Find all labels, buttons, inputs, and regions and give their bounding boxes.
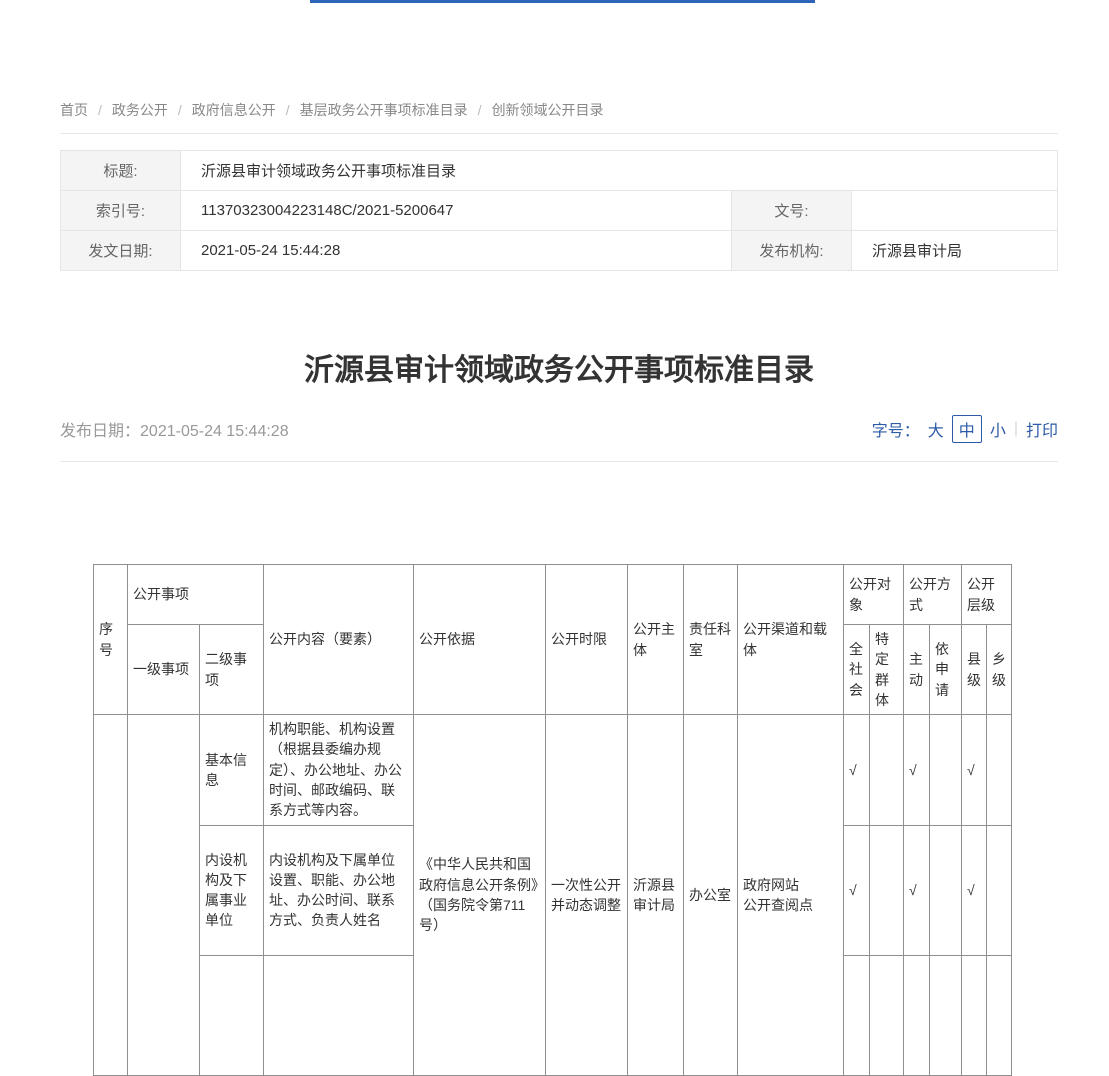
cell-erji: 基本信息: [200, 715, 264, 825]
agency-value: 沂源县审计局: [852, 231, 1058, 271]
cell-check-xiangji: [987, 955, 1012, 1075]
page-title: 沂源县审计领域政务公开事项标准目录: [60, 345, 1058, 389]
cell-check-zhudong: √: [904, 825, 930, 955]
breadcrumb-home[interactable]: 首页: [60, 102, 88, 118]
font-size-label: 字号：: [872, 417, 920, 441]
col-header-quanshehui: 全社会: [844, 625, 870, 715]
cell-check-xiangji: [987, 715, 1012, 825]
agency-label: 发布机构:: [732, 231, 852, 271]
cell-neirong: 内设机构及下属单位设置、职能、办公地址、办公时间、联系方式、负责人姓名: [264, 825, 414, 955]
print-button[interactable]: 打印: [1026, 417, 1058, 441]
col-header-keshi: 责任科室: [684, 565, 738, 715]
title-value: 沂源县审计领域政务公开事项标准目录: [181, 151, 1058, 191]
header-row-1: 序号 公开事项 公开内容（要素） 公开依据 公开时限 公开主体 责任科室 公开渠…: [94, 565, 1012, 625]
cell-check-quanshehui: √: [844, 715, 870, 825]
col-header-xuhao: 序号: [94, 565, 128, 715]
cell-keshi: 办公室: [684, 715, 738, 1075]
cell-xuhao: [94, 715, 128, 1075]
cell-check-yishenqing: [930, 715, 962, 825]
docnum-label: 文号:: [732, 191, 852, 231]
col-header-cengji: 公开层级: [962, 565, 1012, 625]
cell-check-teding: [870, 825, 904, 955]
publish-date-value: 2021-05-24 15:44:28: [140, 423, 289, 440]
col-header-gongkai-shixiang: 公开事项: [128, 565, 264, 625]
cell-check-teding: [870, 955, 904, 1075]
font-size-medium-button[interactable]: 中: [952, 415, 982, 443]
cell-check-zhudong: [904, 955, 930, 1075]
publish-date: 发布日期：2021-05-24 15:44:28: [60, 417, 289, 441]
document-info-table: 标题: 沂源县审计领域政务公开事项标准目录 索引号: 1137032300422…: [60, 150, 1058, 271]
font-size-large-button[interactable]: 大: [928, 417, 944, 441]
breadcrumb-zhengwugongkai[interactable]: 政务公开: [112, 102, 168, 118]
cell-neirong: [264, 955, 414, 1075]
cell-check-xianji: √: [962, 825, 987, 955]
cell-check-yishenqing: [930, 825, 962, 955]
font-size-small-button[interactable]: 小: [990, 417, 1006, 441]
col-header-neirong: 公开内容（要素）: [264, 565, 414, 715]
cell-check-xianji: [962, 955, 987, 1075]
col-header-teding: 特定群体: [870, 625, 904, 715]
cell-neirong: 机构职能、机构设置（根据县委编办规定）、办公地址、办公时间、邮政编码、联系方式等…: [264, 715, 414, 825]
cell-check-xianji: √: [962, 715, 987, 825]
breadcrumb-xinxigongkai[interactable]: 政府信息公开: [192, 102, 276, 118]
cell-erji: 内设机构及下属事业单位: [200, 825, 264, 955]
col-header-yiji: 一级事项: [128, 625, 200, 715]
cell-shixian: 一次性公开并动态调整: [546, 715, 628, 1075]
breadcrumb-separator: /: [98, 102, 102, 118]
info-row-title: 标题: 沂源县审计领域政务公开事项标准目录: [61, 151, 1058, 191]
font-size-tools: 字号： 大 中 小 | 打印: [872, 415, 1058, 443]
publish-date-label: 发布日期：: [60, 423, 140, 440]
date-value: 2021-05-24 15:44:28: [181, 231, 732, 271]
breadcrumb-separator: /: [286, 102, 290, 118]
cell-check-teding: [870, 715, 904, 825]
col-header-shixian: 公开时限: [546, 565, 628, 715]
cell-check-zhudong: √: [904, 715, 930, 825]
divider: |: [1014, 420, 1018, 438]
cell-erji: [200, 955, 264, 1075]
cell-yiju: 《中华人民共和国政府信息公开条例》（国务院令第711号）: [414, 715, 546, 1075]
col-header-erji: 二级事项: [200, 625, 264, 715]
col-header-zhudong: 主动: [904, 625, 930, 715]
col-header-xiangji: 乡级: [987, 625, 1012, 715]
info-row-date: 发文日期: 2021-05-24 15:44:28 发布机构: 沂源县审计局: [61, 231, 1058, 271]
cell-check-quanshehui: √: [844, 825, 870, 955]
cell-check-xiangji: [987, 825, 1012, 955]
cell-check-quanshehui: [844, 955, 870, 1075]
index-value: 11370323004223148C/2021-5200647: [181, 191, 732, 231]
col-header-qudao: 公开渠道和载体: [738, 565, 844, 715]
breadcrumb-current: 创新领域公开目录: [492, 102, 604, 118]
catalog-table-wrap: 序号 公开事项 公开内容（要素） 公开依据 公开时限 公开主体 责任科室 公开渠…: [93, 564, 1058, 1076]
breadcrumb: 首页 / 政务公开 / 政府信息公开 / 基层政务公开事项标准目录 / 创新领域公开目录: [60, 100, 1058, 134]
col-header-fangshi: 公开方式: [904, 565, 962, 625]
date-label: 发文日期:: [61, 231, 181, 271]
info-row-index: 索引号: 11370323004223148C/2021-5200647 文号:: [61, 191, 1058, 231]
cell-yiji: [128, 715, 200, 1075]
cell-zhuti: 沂源县审计局: [628, 715, 684, 1075]
catalog-table: 序号 公开事项 公开内容（要素） 公开依据 公开时限 公开主体 责任科室 公开渠…: [93, 564, 1012, 1076]
title-label: 标题:: [61, 151, 181, 191]
breadcrumb-separator: /: [478, 102, 482, 118]
breadcrumb-biaozhunmulu[interactable]: 基层政务公开事项标准目录: [300, 102, 468, 118]
index-label: 索引号:: [61, 191, 181, 231]
col-header-xianji: 县级: [962, 625, 987, 715]
col-header-yiju: 公开依据: [414, 565, 546, 715]
cell-qudao: 政府网站 公开查阅点: [738, 715, 844, 1075]
col-header-zhuti: 公开主体: [628, 565, 684, 715]
breadcrumb-separator: /: [178, 102, 182, 118]
article-meta-bar: 发布日期：2021-05-24 15:44:28 字号： 大 中 小 | 打印: [60, 415, 1058, 462]
top-nav-bar-remnant: [310, 0, 815, 3]
table-row: 基本信息 机构职能、机构设置（根据县委编办规定）、办公地址、办公时间、邮政编码、…: [94, 715, 1012, 825]
col-header-yishenqing: 依申请: [930, 625, 962, 715]
page-container: 首页 / 政务公开 / 政府信息公开 / 基层政务公开事项标准目录 / 创新领域公开目录 标题:…: [60, 0, 1058, 1076]
col-header-duixiang: 公开对象: [844, 565, 904, 625]
docnum-value: [852, 191, 1058, 231]
cell-check-yishenqing: [930, 955, 962, 1075]
